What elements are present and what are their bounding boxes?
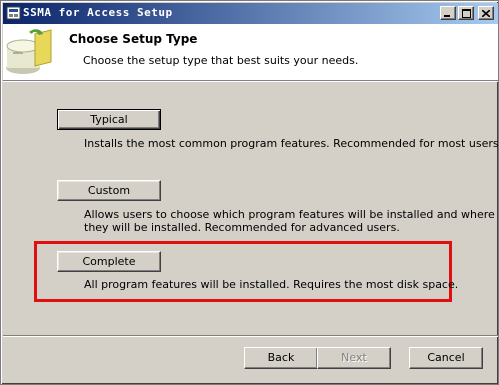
- header-banner: Choose Setup Type Choose the setup type …: [3, 24, 498, 80]
- back-button[interactable]: Back: [244, 347, 318, 369]
- close-icon: [482, 9, 490, 17]
- maximize-button[interactable]: [458, 6, 474, 20]
- next-button[interactable]: Next: [317, 347, 391, 369]
- complete-description: All program features will be installed. …: [84, 278, 459, 291]
- setup-window: SSMA for Access Setup Choose Setup Type …: [0, 0, 499, 385]
- installer-app-icon: [6, 6, 21, 20]
- minimize-icon: [444, 14, 450, 17]
- custom-description-line-1: Allows users to choose which program fea…: [84, 208, 495, 221]
- custom-button[interactable]: Custom: [57, 180, 161, 201]
- typical-button[interactable]: Typical: [57, 109, 161, 130]
- header-divider: [3, 80, 498, 82]
- minimize-button[interactable]: [440, 6, 456, 20]
- footer-divider: [3, 335, 498, 337]
- setup-package-icon: [6, 29, 52, 74]
- title-bar[interactable]: SSMA for Access Setup: [3, 3, 498, 24]
- close-button[interactable]: [478, 6, 494, 20]
- maximize-icon: [461, 8, 471, 18]
- cancel-button[interactable]: Cancel: [409, 347, 483, 369]
- custom-description-line-2: they will be installed. Recommended for …: [84, 221, 400, 234]
- page-title: Choose Setup Type: [69, 32, 198, 46]
- page-subtitle: Choose the setup type that best suits yo…: [83, 54, 359, 67]
- window-title: SSMA for Access Setup: [23, 6, 173, 19]
- typical-description: Installs the most common program feature…: [84, 137, 499, 150]
- custom-description: Allows users to choose which program fea…: [84, 208, 495, 234]
- complete-button[interactable]: Complete: [57, 251, 161, 272]
